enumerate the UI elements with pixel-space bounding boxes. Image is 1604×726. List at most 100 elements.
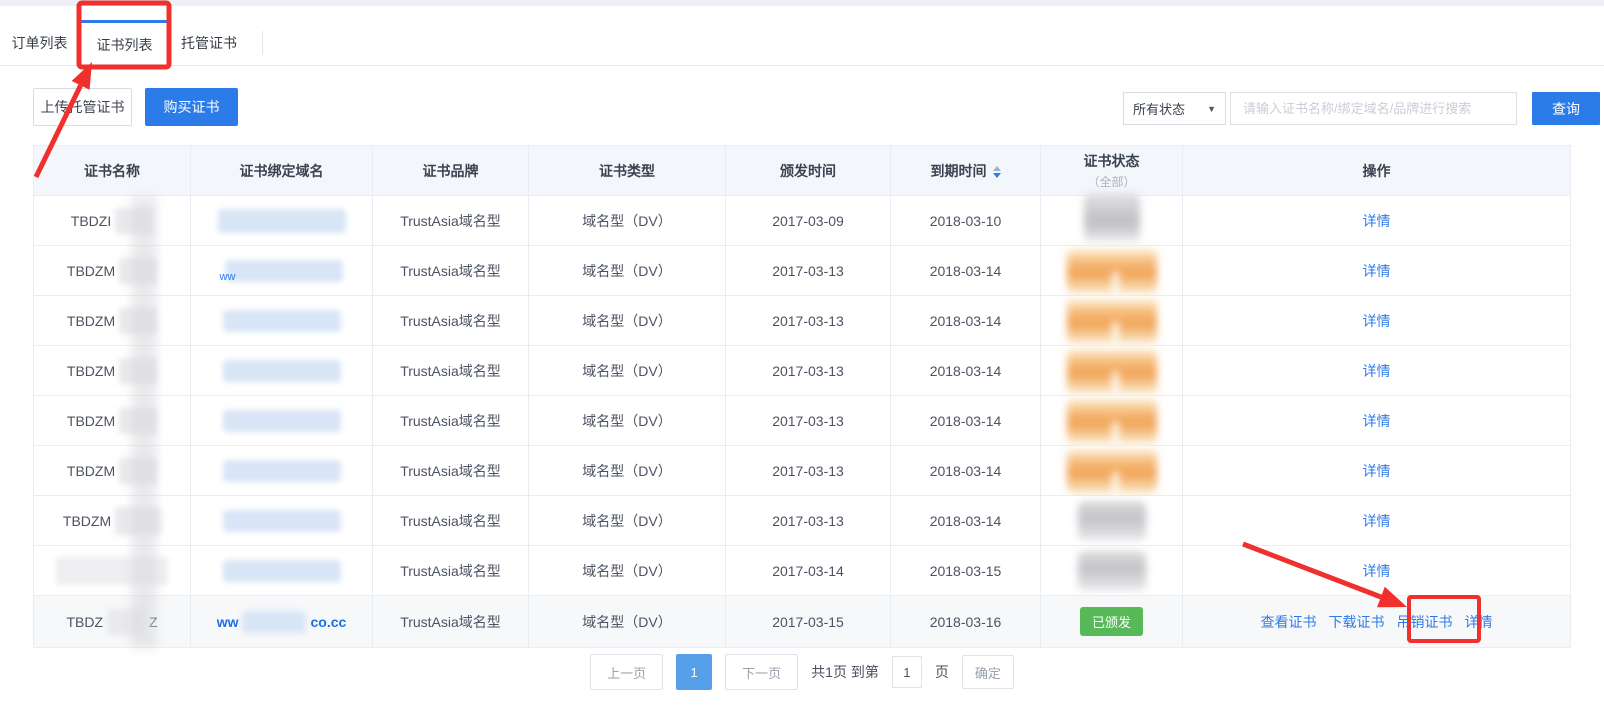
- action-link[interactable]: 详情: [1363, 461, 1391, 481]
- action-link[interactable]: 详情: [1363, 311, 1391, 331]
- col-expire-time[interactable]: 到期时间: [891, 146, 1041, 196]
- domain-content: [191, 510, 372, 532]
- action-link[interactable]: 详情: [1363, 511, 1391, 531]
- tab-hosted-certificates[interactable]: 托管证书: [170, 20, 248, 65]
- issue-date-cell: 2017-03-13: [726, 346, 891, 396]
- ops-cell: 详情: [1183, 246, 1571, 296]
- domain-cell: [191, 446, 373, 496]
- action-link[interactable]: 吊销证书: [1397, 612, 1453, 632]
- upload-hosted-cert-button[interactable]: 上传托管证书: [33, 88, 132, 126]
- action-link[interactable]: 详情: [1363, 211, 1391, 231]
- domain-content: [191, 310, 372, 332]
- cert-name-content: TBDZM: [34, 358, 190, 384]
- current-page-button[interactable]: 1: [676, 654, 712, 690]
- total-pages-text: 共1页 到第: [811, 662, 879, 682]
- type-cell: 域名型（DV）: [529, 196, 726, 246]
- brand-cell: TrustAsia域名型: [373, 246, 529, 296]
- ops-cell: 详情: [1183, 196, 1571, 246]
- redacted-domain-blob: [225, 260, 343, 282]
- col-cert-name-label: 证书名称: [84, 163, 140, 179]
- prev-page-button[interactable]: 上一页: [590, 654, 663, 690]
- ops-content: 详情: [1183, 261, 1570, 281]
- next-page-button[interactable]: 下一页: [725, 654, 798, 690]
- tab-order-list[interactable]: 订单列表: [0, 20, 79, 65]
- domain-content: [191, 560, 372, 582]
- confirm-button[interactable]: 确定: [962, 655, 1014, 689]
- domain-content: [191, 360, 372, 382]
- status-cell: [1041, 546, 1183, 596]
- tab-certificate-list[interactable]: 证书列表: [79, 20, 170, 67]
- domain-cell: [191, 546, 373, 596]
- sort-desc-icon: [993, 173, 1001, 178]
- cert-name-text: TBDZ: [66, 614, 103, 630]
- col-cert-brand-label: 证书品牌: [423, 163, 479, 179]
- status-cell: [1041, 346, 1183, 396]
- domain-text[interactable]: ww: [217, 614, 239, 630]
- tab-hosted-certificates-label: 托管证书: [181, 33, 237, 53]
- buy-cert-button[interactable]: 购买证书: [145, 88, 238, 126]
- table-row: TBDZMTrustAsia域名型域名型（DV）2017-03-132018-0…: [34, 446, 1571, 496]
- action-link[interactable]: 查看证书: [1261, 612, 1317, 632]
- col-expire-time-label: 到期时间: [931, 163, 987, 179]
- type-cell: 域名型（DV）: [529, 546, 726, 596]
- issue-date-cell: 2017-03-13: [726, 446, 891, 496]
- table-row: TBDZMwwTrustAsia域名型域名型（DV）2017-03-132018…: [34, 246, 1571, 296]
- cert-name-text: TBDZI: [71, 213, 111, 229]
- type-cell: 域名型（DV）: [529, 596, 726, 648]
- col-cert-status[interactable]: 证书状态 （全部）: [1041, 146, 1183, 196]
- cert-name-cell: TBDZI: [34, 196, 191, 246]
- search-input[interactable]: [1230, 92, 1517, 125]
- cert-name-content: TBDZM: [34, 308, 190, 334]
- table-row: TBDZMTrustAsia域名型域名型（DV）2017-03-132018-0…: [34, 346, 1571, 396]
- status-cell: 已颁发: [1041, 596, 1183, 648]
- expire-date-cell: 2018-03-16: [891, 596, 1041, 648]
- certificate-management-page: 订单列表 证书列表 托管证书 上传托管证书 购买证书 所有状态 ▼ 查询 证书名…: [0, 0, 1604, 726]
- sort-asc-icon: [993, 166, 1001, 171]
- action-link[interactable]: 详情: [1363, 261, 1391, 281]
- redacted-domain-blob: [242, 611, 306, 633]
- type-cell: 域名型（DV）: [529, 246, 726, 296]
- status-cell: [1041, 196, 1183, 246]
- ops-cell: 详情: [1183, 496, 1571, 546]
- sort-icons[interactable]: [993, 166, 1001, 178]
- redacted-status-blob: [1067, 298, 1157, 344]
- table-body: TBDZITrustAsia域名型域名型（DV）2017-03-092018-0…: [34, 196, 1571, 648]
- brand-cell: TrustAsia域名型: [373, 346, 529, 396]
- action-link[interactable]: 下载证书: [1329, 612, 1385, 632]
- action-link[interactable]: 详情: [1363, 361, 1391, 381]
- cert-name-content: TBDZI: [34, 208, 190, 234]
- ops-cell: 详情: [1183, 396, 1571, 446]
- status-cell: [1041, 246, 1183, 296]
- table-row: TBDZMTrustAsia域名型域名型（DV）2017-03-132018-0…: [34, 496, 1571, 546]
- redacted-status-blob: [1067, 348, 1157, 394]
- tab-order-list-label: 订单列表: [12, 33, 68, 53]
- domain-content: [191, 410, 372, 432]
- issue-date-cell: 2017-03-09: [726, 196, 891, 246]
- ops-cell: 详情: [1183, 346, 1571, 396]
- col-issue-time: 颁发时间: [726, 146, 891, 196]
- redacted-status-blob: [1067, 448, 1157, 494]
- brand-cell: TrustAsia域名型: [373, 546, 529, 596]
- action-link[interactable]: 详情: [1363, 411, 1391, 431]
- ops-content: 详情: [1183, 311, 1570, 331]
- action-link[interactable]: 详情: [1363, 561, 1391, 581]
- redacted-domain-blob: [223, 310, 341, 332]
- domain-text-suffix[interactable]: co.cc: [310, 614, 346, 630]
- status-filter-select[interactable]: 所有状态 ▼: [1123, 92, 1226, 125]
- redaction-streak: [131, 196, 157, 648]
- redacted-domain-blob: [223, 560, 341, 582]
- status-cell: [1041, 496, 1183, 546]
- col-cert-type-label: 证书类型: [599, 163, 655, 179]
- action-link[interactable]: 详情: [1465, 612, 1493, 632]
- col-cert-status-label: 证书状态: [1041, 151, 1182, 171]
- cert-name-content: TBDZM: [34, 458, 190, 484]
- goto-page-input[interactable]: [892, 656, 922, 688]
- issue-date-cell: 2017-03-13: [726, 396, 891, 446]
- query-button[interactable]: 查询: [1532, 92, 1600, 125]
- col-operation-label: 操作: [1363, 163, 1391, 179]
- pagination: 上一页 1 下一页 共1页 到第 页 确定: [0, 654, 1604, 690]
- col-cert-name: 证书名称: [34, 146, 191, 196]
- domain-cell: ww co.cc: [191, 596, 373, 648]
- domain-text: ww: [220, 271, 236, 283]
- table-row: TrustAsia域名型域名型（DV）2017-03-142018-03-15详…: [34, 546, 1571, 596]
